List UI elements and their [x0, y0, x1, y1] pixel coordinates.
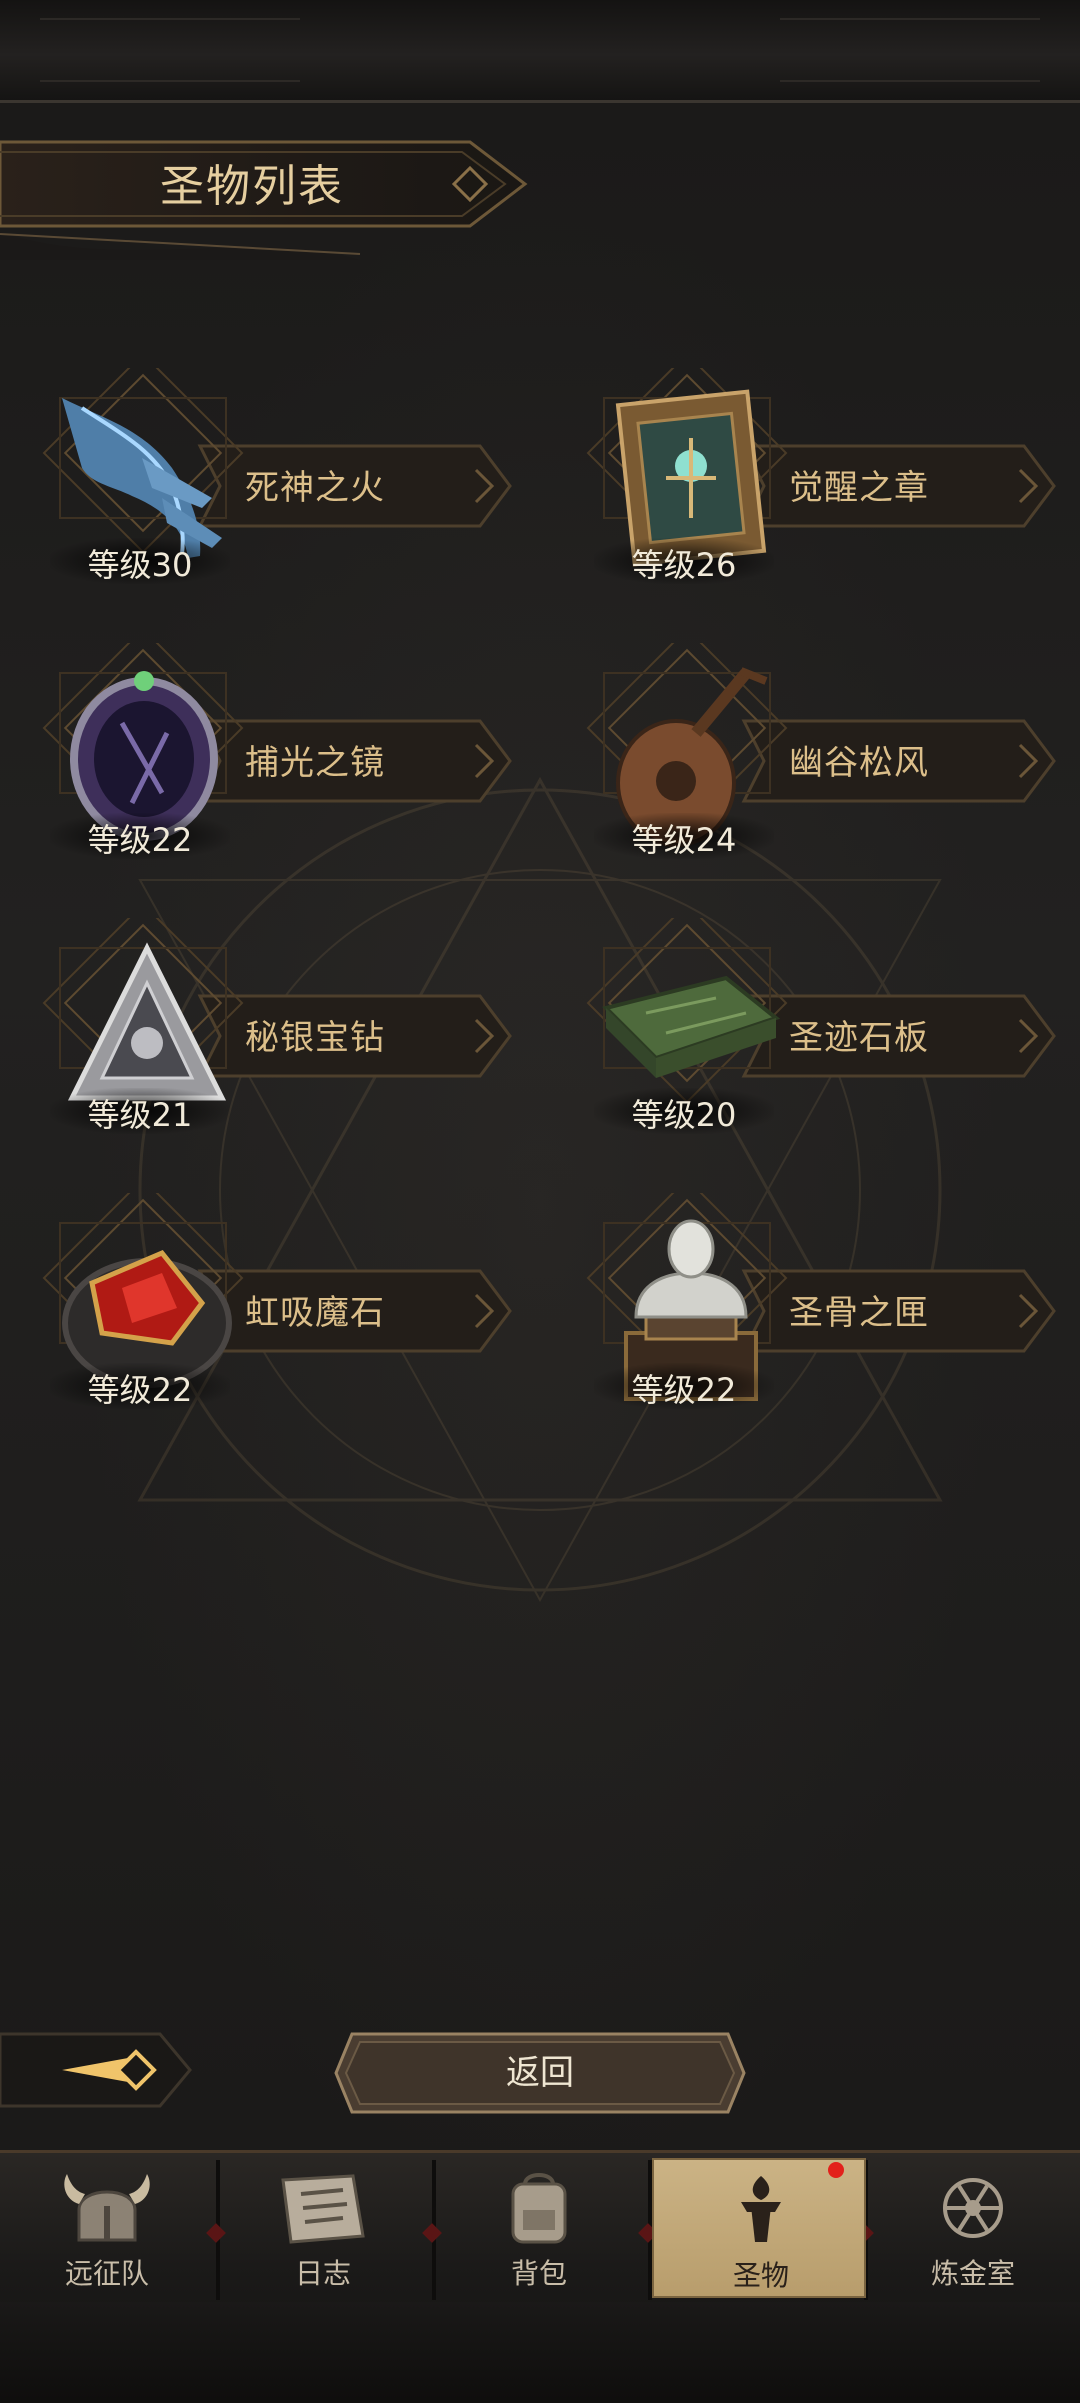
relic-level: 等级26 [631, 546, 737, 584]
top-frame [0, 0, 1080, 103]
nav-label: 日志 [294, 2257, 351, 2290]
back-button-label: 返回 [506, 2053, 574, 2093]
relic-card[interactable]: 死神之火 等级30 [0, 368, 520, 598]
background-sigil [137, 776, 943, 1603]
nav-label: 背包 [510, 2257, 567, 2290]
relic-level: 等级20 [631, 1096, 737, 1134]
nav-tab-journal[interactable]: 日志 [216, 2158, 430, 2298]
nav-label: 炼金室 [930, 2257, 1015, 2290]
top-ornament-left [40, 18, 300, 82]
relic-level: 等级30 [87, 546, 193, 584]
nav-tab-relics[interactable]: 圣物 [652, 2158, 866, 2298]
alchemy-icon [943, 2178, 1003, 2238]
bottom-strip [0, 2302, 1080, 2400]
nav-label: 远征队 [64, 2257, 149, 2290]
relic-card[interactable]: 圣迹石板 等级20 [544, 918, 1064, 1148]
notification-badge [828, 2162, 844, 2178]
relic-level: 等级22 [631, 1371, 737, 1409]
nav-tab-expedition[interactable]: 远征队 [0, 2158, 214, 2298]
scroll-icon [281, 2174, 365, 2244]
backpack-icon [511, 2173, 567, 2244]
torch-icon [741, 2176, 781, 2242]
relic-level: 等级22 [87, 1371, 193, 1409]
relic-level: 等级24 [631, 821, 737, 859]
collapse-arrow-icon[interactable] [0, 2020, 200, 2120]
relic-level: 等级22 [87, 821, 193, 859]
back-button[interactable]: 返回 [330, 2028, 750, 2118]
relic-level: 等级21 [87, 1096, 193, 1134]
top-ornament-right [780, 18, 1040, 82]
relic-card[interactable]: 幽谷松风 等级24 [544, 643, 1064, 873]
relic-card[interactable]: 秘银宝钻 等级21 [0, 918, 520, 1148]
viking-helmet-icon [64, 2174, 150, 2242]
nav-tab-backpack[interactable]: 背包 [432, 2158, 646, 2298]
relic-card[interactable]: 觉醒之章 等级26 [544, 368, 1064, 598]
nav-label: 圣物 [732, 2259, 789, 2292]
relic-card[interactable]: 捕光之镜 等级22 [0, 643, 520, 873]
relic-card[interactable]: 圣骨之匣 等级22 [544, 1193, 1064, 1423]
relic-card[interactable]: 虹吸魔石 等级22 [0, 1193, 520, 1423]
page-title: 圣物列表 [160, 161, 344, 212]
nav-tab-alchemy[interactable]: 炼金室 [866, 2158, 1080, 2298]
